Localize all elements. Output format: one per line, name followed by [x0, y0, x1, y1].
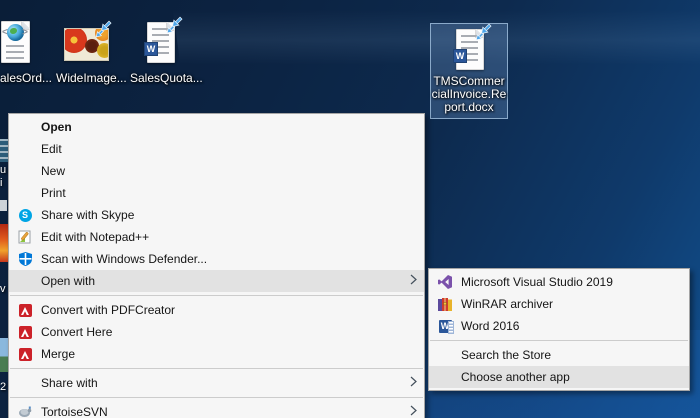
- hidden-label-fragment: u: [0, 164, 6, 176]
- menu-item-convert-with-pdfcreator[interactable]: Convert with PDFCreator: [9, 299, 424, 321]
- pdfcreator-icon: [18, 325, 32, 339]
- menu-item-convert-here[interactable]: Convert Here: [9, 321, 424, 343]
- menu-item-label: Word 2016: [461, 319, 519, 333]
- compressed-overlay-icon: [472, 23, 494, 45]
- menu-item-label: Search the Store: [461, 348, 551, 362]
- desktop-icon-label: SalesQuota...: [130, 71, 203, 85]
- menu-item-edit-with-notepad[interactable]: Edit with Notepad++: [9, 226, 424, 248]
- submenu-item-word-2016[interactable]: W Word 2016: [429, 315, 689, 337]
- hidden-icon-fragment: [0, 200, 7, 211]
- menu-item-label: Share with: [41, 376, 98, 390]
- windows-defender-icon: [18, 252, 32, 266]
- submenu-arrow-icon: [410, 405, 417, 418]
- menu-item-label: Open with: [41, 274, 95, 288]
- submenu-item-winrar-archiver[interactable]: WinRAR archiver: [429, 293, 689, 315]
- menu-separator: [10, 295, 423, 296]
- skype-icon: S: [18, 208, 32, 222]
- open-with-submenu: Microsoft Visual Studio 2019 WinRAR arch…: [428, 268, 690, 391]
- menu-item-label: TortoiseSVN: [41, 405, 108, 418]
- menu-item-label: Microsoft Visual Studio 2019: [461, 275, 613, 289]
- menu-item-tortoisesvn[interactable]: TortoiseSVN: [9, 401, 424, 418]
- menu-item-share-with-skype[interactable]: S Share with Skype: [9, 204, 424, 226]
- menu-item-label: Share with Skype: [41, 208, 134, 222]
- menu-item-label: Edit with Notepad++: [41, 230, 149, 244]
- desktop-icon-label: WideImage...: [56, 71, 127, 85]
- menu-item-open-with[interactable]: Open with: [9, 270, 424, 292]
- hidden-icon-fragment: [0, 224, 8, 262]
- flower-red: [64, 28, 87, 53]
- pdfcreator-icon: [18, 303, 32, 317]
- visual-studio-icon: [438, 275, 452, 289]
- word-logo-tile: W: [453, 49, 467, 63]
- menu-item-scan-with-defender[interactable]: Scan with Windows Defender...: [9, 248, 424, 270]
- word-icon: W: [438, 319, 452, 333]
- menu-item-label: Print: [41, 186, 66, 200]
- menu-item-label: Convert with PDFCreator: [41, 303, 175, 317]
- submenu-arrow-icon: [410, 274, 417, 288]
- menu-item-label: Choose another app: [461, 370, 570, 384]
- submenu-item-choose-another-app[interactable]: Choose another app: [429, 366, 689, 388]
- compressed-overlay-icon: [92, 20, 114, 42]
- hidden-icon-fragment: [0, 338, 8, 372]
- menu-item-share-with[interactable]: Share with: [9, 372, 424, 394]
- menu-item-label: Open: [41, 120, 72, 134]
- menu-item-label: Convert Here: [41, 325, 112, 339]
- label-line: port.docx: [431, 101, 507, 114]
- hidden-icon-fragment: [0, 139, 8, 162]
- context-menu: Open Edit New Print S Share with Skype E…: [8, 113, 425, 418]
- document-text-lines: [6, 45, 24, 59]
- windows-desktop: { "desktop": { "icons": [ { "label": "al…: [0, 0, 700, 418]
- hidden-label-fragment: 2: [0, 381, 6, 393]
- menu-separator: [430, 340, 688, 341]
- menu-item-label: Edit: [41, 142, 62, 156]
- submenu-arrow-icon: [410, 376, 417, 390]
- desktop-icon-label: alesOrd...: [0, 71, 52, 85]
- code-bracket-icon: >: [22, 27, 28, 38]
- notepad-plus-plus-icon: [18, 230, 32, 244]
- menu-item-edit[interactable]: Edit: [9, 138, 424, 160]
- menu-item-label: Scan with Windows Defender...: [41, 252, 207, 266]
- skype-letter: S: [19, 209, 32, 222]
- winrar-icon: [438, 297, 452, 311]
- document-page-icon: < >: [1, 21, 30, 63]
- menu-item-merge[interactable]: Merge: [9, 343, 424, 365]
- menu-separator: [10, 397, 423, 398]
- pdfcreator-icon: [18, 347, 32, 361]
- hidden-label-fragment: i: [0, 177, 2, 189]
- word-letter: W: [439, 320, 452, 333]
- word-logo-tile: W: [144, 42, 158, 56]
- desktop-icon-tmscommercialinvoice[interactable]: W TMSCommer cialInvoice.Re port.docx: [430, 23, 508, 119]
- tortoisesvn-icon: [18, 405, 32, 418]
- submenu-item-search-the-store[interactable]: Search the Store: [429, 344, 689, 366]
- menu-item-label: Merge: [41, 347, 75, 361]
- menu-item-print[interactable]: Print: [9, 182, 424, 204]
- menu-item-label: WinRAR archiver: [461, 297, 553, 311]
- hidden-label-fragment: v: [0, 283, 6, 295]
- menu-item-label: New: [41, 164, 65, 178]
- menu-item-open[interactable]: Open: [9, 116, 424, 138]
- submenu-item-visual-studio-2019[interactable]: Microsoft Visual Studio 2019: [429, 271, 689, 293]
- desktop-icon-label: TMSCommer cialInvoice.Re port.docx: [431, 75, 507, 114]
- flower-yellow: [97, 43, 109, 58]
- compressed-overlay-icon: [163, 16, 185, 38]
- menu-separator: [10, 368, 423, 369]
- menu-item-new[interactable]: New: [9, 160, 424, 182]
